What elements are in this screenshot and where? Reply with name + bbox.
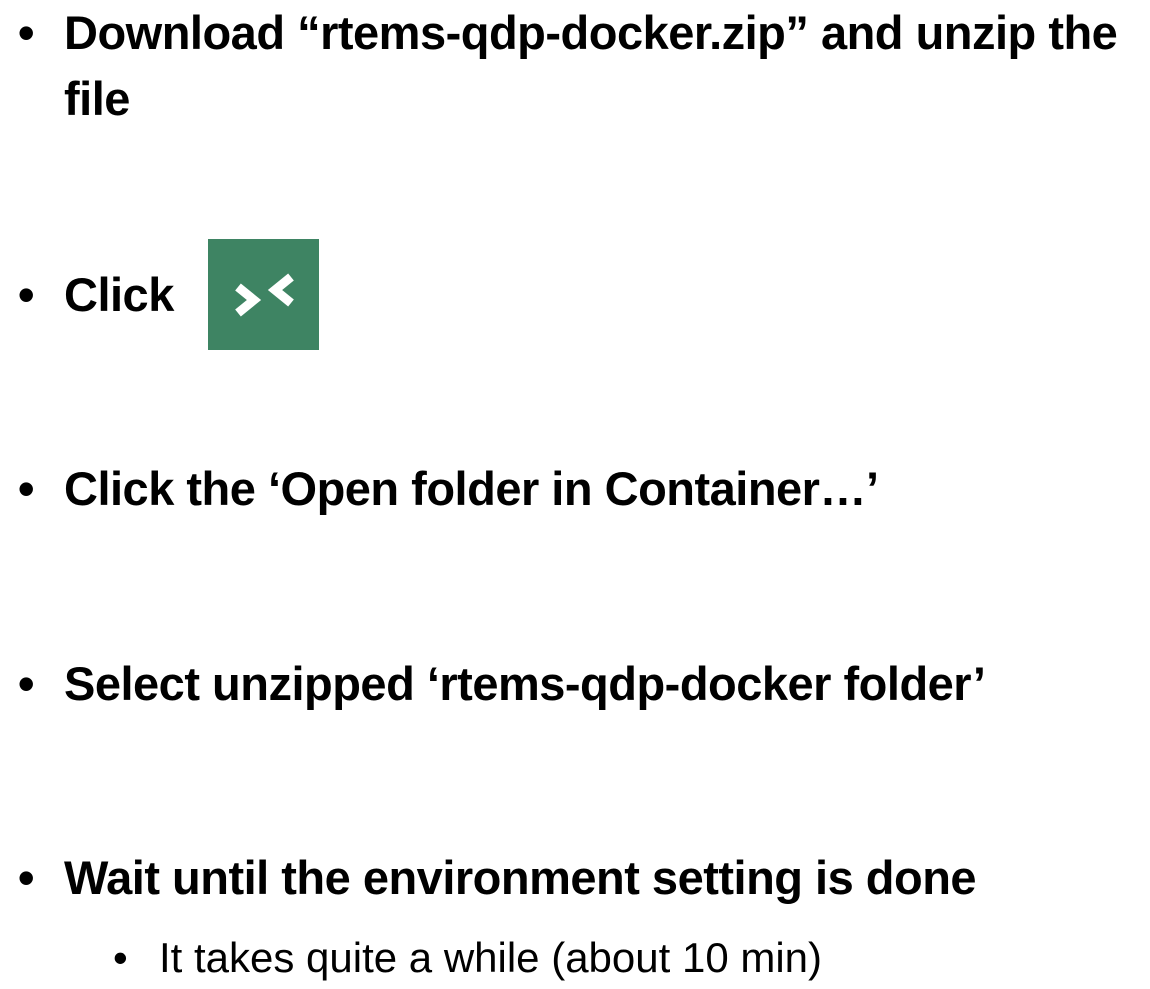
remote-window-button[interactable] [208,239,319,350]
duration-note: It takes quite a while (about 10 min) [159,934,823,981]
open-folder-instruction: Click the ‘Open folder in Container…’ [64,462,879,515]
instruction-list: • Download “rtems-qdp-docker.zip” and un… [0,0,1150,983]
list-subitem-duration: • It takes quite a while (about 10 min) [113,927,1143,989]
bullet-marker: • [18,851,34,904]
download-instruction: Download “rtems-qdp-docker.zip” and unzi… [64,6,1118,125]
list-item-select-folder: • Select unzipped ‘rtems-qdp-docker fold… [18,651,1143,717]
list-item-download: • Download “rtems-qdp-docker.zip” and un… [18,0,1143,132]
bullet-marker: • [18,6,34,59]
select-folder-instruction: Select unzipped ‘rtems-qdp-docker folder… [64,657,986,710]
sub-bullet-marker: • [113,934,128,981]
list-item-wait: • Wait until the environment setting is … [18,845,1143,911]
bullet-marker: • [18,657,34,710]
wait-instruction: Wait until the environment setting is do… [64,851,977,904]
list-item-click-remote: • Click [18,262,1143,328]
bullet-marker: • [18,268,34,321]
remote-window-icon [235,273,294,317]
bullet-marker: • [18,462,34,515]
list-item-open-folder: • Click the ‘Open folder in Container…’ [18,456,1143,522]
